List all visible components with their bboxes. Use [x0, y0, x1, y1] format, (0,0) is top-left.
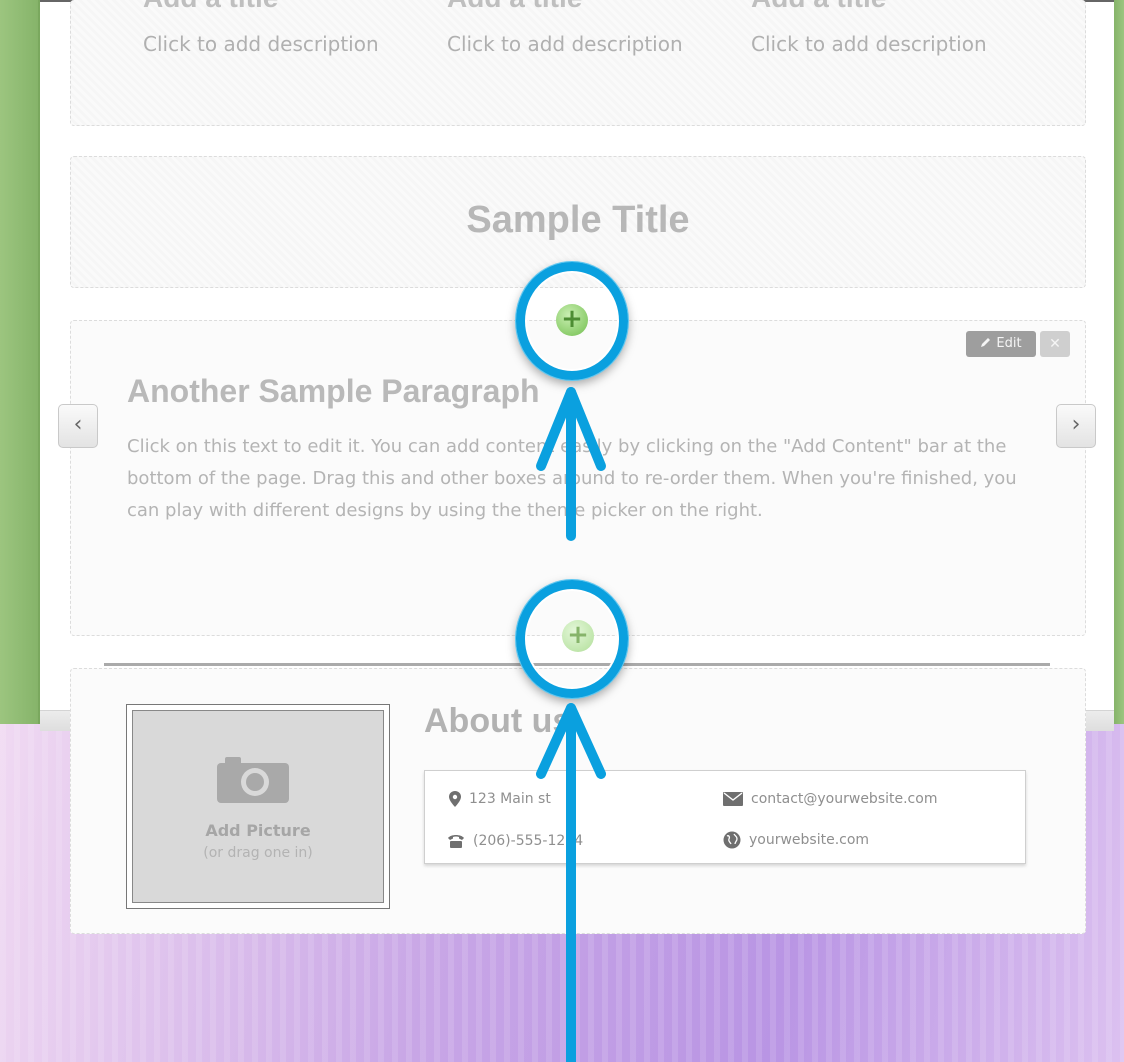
annotation-arrows — [536, 387, 606, 1062]
